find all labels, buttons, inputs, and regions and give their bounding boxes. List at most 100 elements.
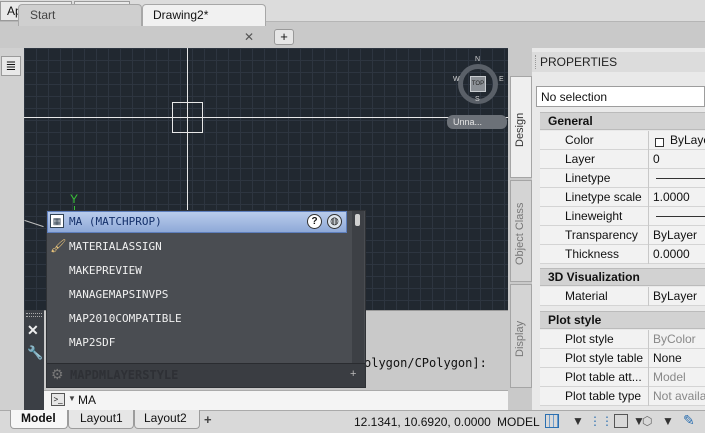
compass-west-label[interactable]: W xyxy=(453,76,460,83)
gear-icon: ⚙ xyxy=(51,366,64,382)
properties-title[interactable]: PROPERTIES xyxy=(532,52,705,72)
property-divider xyxy=(648,387,649,406)
command-input[interactable]: MA xyxy=(78,393,96,407)
tab-model[interactable]: Model xyxy=(10,410,68,429)
autocomplete-item[interactable]: MAP2010COMPATIBLE xyxy=(69,312,182,325)
autocomplete-scrollbar[interactable] xyxy=(352,211,364,363)
property-divider xyxy=(648,150,649,169)
compass-north-label[interactable]: N xyxy=(475,56,480,63)
tab-design-label: Design xyxy=(514,112,526,147)
property-divider xyxy=(648,330,649,349)
chevron-down-icon[interactable]: ▼ xyxy=(68,394,76,403)
customization-icon[interactable]: ✎ xyxy=(683,412,695,429)
tab-object-class[interactable]: Object Class xyxy=(510,180,532,282)
tab-layout1[interactable]: Layout1 xyxy=(68,410,134,429)
scrollbar-thumb[interactable] xyxy=(355,214,360,226)
command-input-row[interactable] xyxy=(44,390,508,410)
property-label: Thickness xyxy=(565,247,620,261)
property-value[interactable]: 0 xyxy=(653,152,660,166)
property-divider xyxy=(648,349,649,368)
selection-dropdown[interactable]: No selection xyxy=(536,86,705,107)
3d-object-snap-icon[interactable]: ⬡ xyxy=(642,414,652,428)
viewcube-top-face[interactable]: TOP xyxy=(470,76,486,92)
layer-properties-icon[interactable]: ≣ xyxy=(1,56,21,76)
autocomplete-item[interactable]: MA (MATCHPROP) xyxy=(69,215,162,228)
tab-layout2[interactable]: Layout2 xyxy=(134,410,200,429)
tab-design[interactable]: Design xyxy=(510,76,532,178)
property-label: Plot table type xyxy=(565,389,642,403)
drag-handle-icon[interactable] xyxy=(26,313,42,317)
tab-object-class-label: Object Class xyxy=(514,202,526,265)
property-divider xyxy=(648,207,649,226)
section-3d-visualization[interactable]: 3D Visualization xyxy=(540,268,705,286)
palette-grip-icon[interactable] xyxy=(535,55,538,69)
property-divider xyxy=(648,188,649,207)
close-tab-icon[interactable]: ✕ xyxy=(244,30,254,44)
autocomplete-item[interactable]: MATERIALASSIGN xyxy=(69,240,162,253)
tab-drawing2[interactable]: Drawing2* xyxy=(142,4,266,26)
command-prompt-icon[interactable]: >_ xyxy=(51,393,65,406)
ortho-icon[interactable] xyxy=(614,414,628,428)
compass-south-label[interactable]: S xyxy=(475,96,480,103)
drawing-line xyxy=(24,219,44,228)
autocomplete-item[interactable]: MANAGEMAPSINVPS xyxy=(69,288,168,301)
property-label: Transparency xyxy=(565,228,638,242)
left-toolbar xyxy=(0,48,24,410)
property-value[interactable]: ByLayer xyxy=(653,289,697,303)
property-label: Lineweight xyxy=(565,209,623,223)
property-label: Plot table att... xyxy=(565,370,642,384)
expand-icon[interactable]: + xyxy=(350,368,356,380)
property-value[interactable]: ByLayer xyxy=(670,133,705,147)
property-label: Linetype scale xyxy=(565,190,642,204)
help-icon[interactable]: ? xyxy=(307,214,322,229)
search-online-icon[interactable]: ◍ xyxy=(327,214,342,229)
property-label: Layer xyxy=(565,152,596,166)
property-divider xyxy=(648,131,649,150)
compass-east-label[interactable]: E xyxy=(499,76,504,83)
property-label: Plot style table xyxy=(565,351,644,365)
command-history-text: olygon/CPolygon]: xyxy=(364,356,487,370)
property-value[interactable]: None xyxy=(653,351,682,365)
autocomplete-item[interactable]: MAP2SDF xyxy=(69,336,115,349)
linetype-preview[interactable] xyxy=(656,178,705,179)
property-divider xyxy=(648,245,649,264)
property-divider xyxy=(648,368,649,387)
property-value[interactable]: Not availa xyxy=(653,389,705,403)
wcs-menu-button[interactable]: Unna... xyxy=(447,115,507,129)
property-label: Linetype xyxy=(565,171,611,185)
property-label: Plot style xyxy=(565,332,614,346)
section-plot-style[interactable]: Plot style xyxy=(540,311,705,329)
wrench-icon[interactable]: 🔧 xyxy=(27,345,43,361)
add-layout-button[interactable]: + xyxy=(204,412,212,427)
cursor-pickbox xyxy=(172,102,203,133)
chevron-down-icon[interactable]: ▼ xyxy=(662,414,674,428)
material-assign-icon: 🖌 xyxy=(50,238,67,253)
property-value[interactable]: 1.0000 xyxy=(653,190,690,204)
property-divider xyxy=(648,226,649,245)
matchprop-icon: ▦ xyxy=(50,214,64,228)
new-tab-button[interactable]: + xyxy=(274,29,294,45)
snap-icon[interactable]: ⋮⋮ xyxy=(589,414,613,428)
linetype-preview[interactable] xyxy=(656,216,705,217)
property-label: Color xyxy=(565,133,594,147)
crosshair-horizontal xyxy=(24,117,508,118)
property-divider xyxy=(648,287,649,306)
tab-start[interactable]: Start xyxy=(18,4,142,26)
coordinate-readout[interactable]: 12.1341, 10.6920, 0.0000 xyxy=(354,415,491,429)
ucs-y-axis-label: Y xyxy=(70,192,79,206)
property-value[interactable]: ByLayer xyxy=(653,228,697,242)
property-value[interactable]: ByColor xyxy=(653,332,696,346)
property-value[interactable]: Model xyxy=(653,370,686,384)
close-icon[interactable]: ✕ xyxy=(27,322,39,339)
autocomplete-item[interactable]: MAKEPREVIEW xyxy=(69,264,142,277)
grid-icon[interactable] xyxy=(545,414,559,428)
tab-display[interactable]: Display xyxy=(510,284,532,388)
chevron-down-icon[interactable]: ▼ xyxy=(572,414,584,428)
autocomplete-footer-item[interactable]: MAPDMLAYERSTYLE xyxy=(70,368,178,382)
property-value[interactable]: 0.0000 xyxy=(653,247,690,261)
tab-display-label: Display xyxy=(514,320,526,357)
section-general[interactable]: General xyxy=(540,112,705,130)
property-label: Material xyxy=(565,289,608,303)
model-space-button[interactable]: MODEL xyxy=(497,415,540,429)
property-divider xyxy=(648,169,649,188)
